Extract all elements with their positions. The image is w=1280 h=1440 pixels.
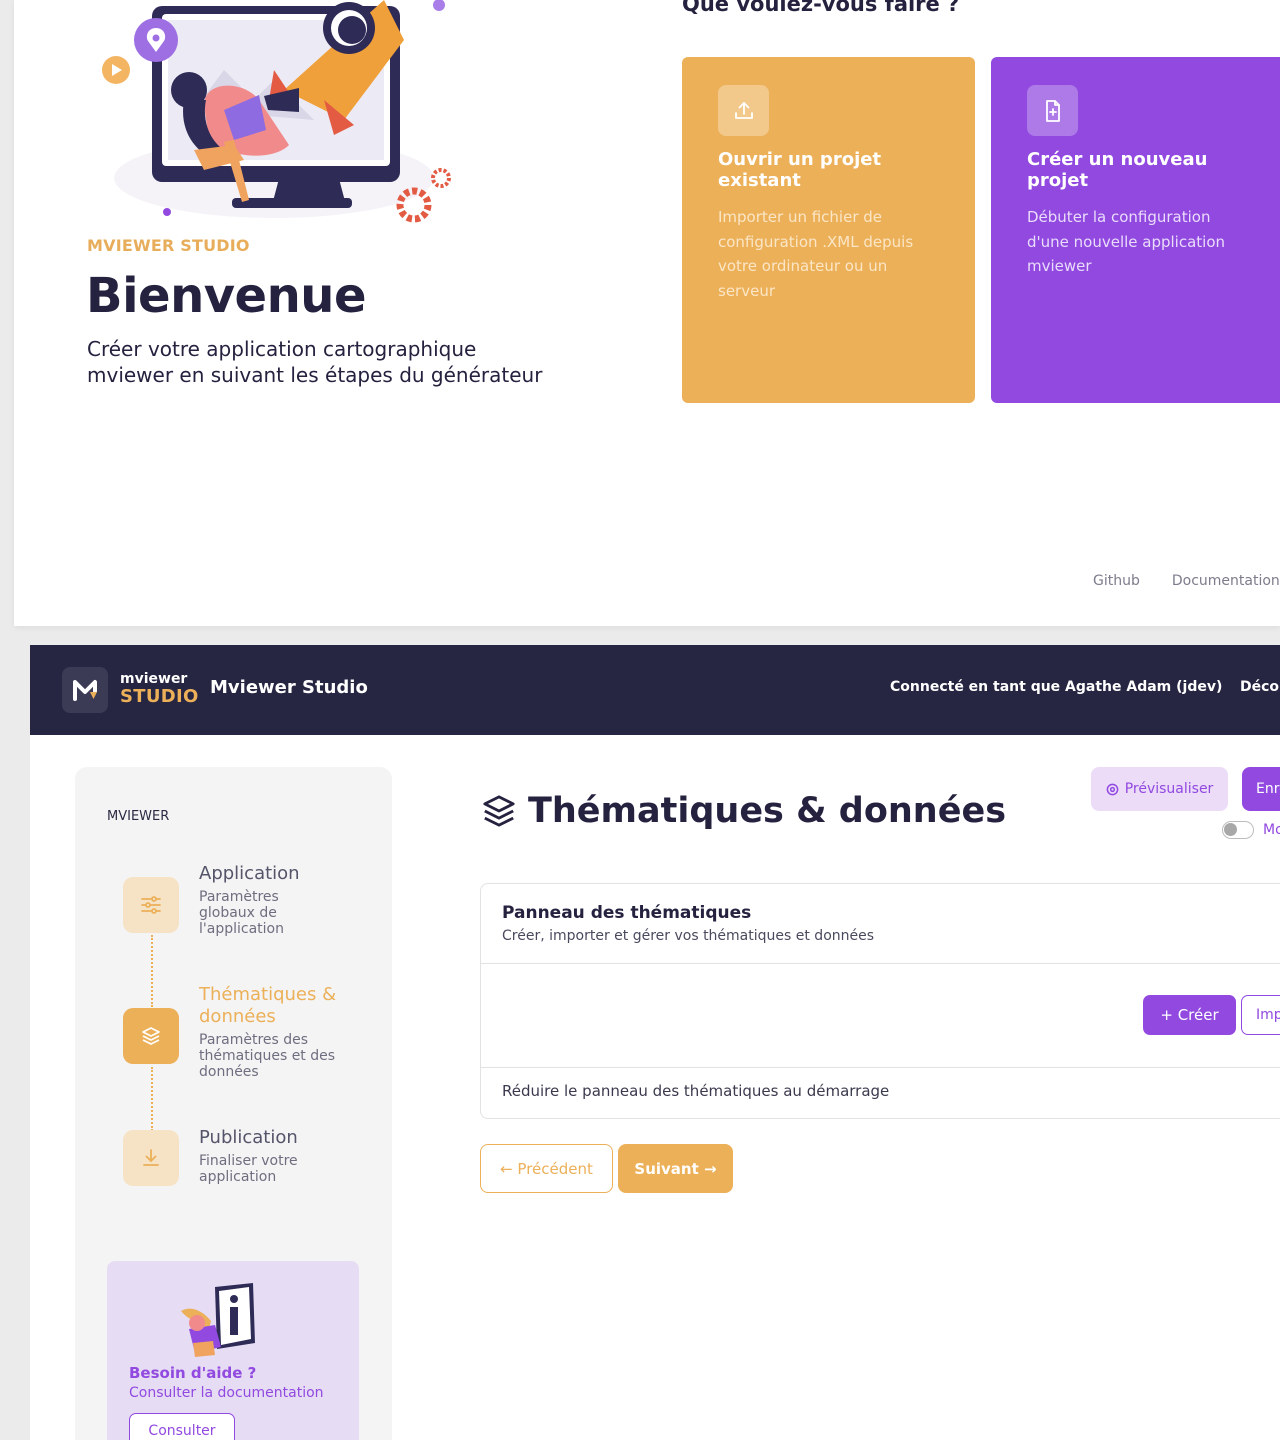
help-title: Besoin d'aide ?	[129, 1364, 257, 1382]
card-description: Importer un fichier de configuration .XM…	[718, 208, 914, 300]
documentation-link[interactable]: Documentation	[1172, 573, 1280, 589]
layers-icon	[483, 795, 515, 827]
import-thematic-button[interactable]: Importer	[1241, 995, 1280, 1035]
eye-icon	[1106, 783, 1119, 795]
help-box: Besoin d'aide ? Consulter la documentati…	[107, 1261, 359, 1440]
preview-button[interactable]: Prévisualiser	[1091, 767, 1228, 811]
save-button[interactable]: Enregistrer	[1242, 767, 1280, 811]
next-button[interactable]: Suivant →	[618, 1144, 733, 1193]
panel-body: + Créer Importer	[481, 964, 1280, 1068]
step-title: Publication	[199, 1127, 298, 1148]
step-title: Application	[199, 863, 300, 884]
preview-label: Prévisualiser	[1124, 781, 1214, 797]
top-navbar: mviewer STUDIO Mviewer Studio Connecté e…	[30, 645, 1280, 735]
new-project-card[interactable]: Créer un nouveau projet Débuter la confi…	[991, 57, 1280, 403]
welcome-subtitle: Créer votre application cartographique m…	[87, 337, 543, 387]
consult-doc-button[interactable]: Consulter	[129, 1413, 235, 1440]
info-book-illustration	[181, 1283, 255, 1357]
step-title: Thématiques & données	[199, 984, 337, 1027]
logout-link[interactable]: Déconnexion	[1240, 679, 1280, 695]
download-icon	[123, 1130, 179, 1186]
import-label: Importer	[1256, 1007, 1280, 1023]
connected-user: Connecté en tant que Agathe Adam (jdev)	[890, 679, 1223, 695]
save-label: Enregistrer	[1256, 781, 1280, 797]
sliders-icon	[123, 877, 179, 933]
step-description: Paramètres globaux de l'application	[199, 889, 284, 937]
card-description: Débuter la configuration d'une nouvelle …	[1027, 208, 1226, 275]
create-thematic-button[interactable]: + Créer	[1143, 995, 1236, 1035]
sidebar-heading: MVIEWER	[107, 809, 170, 824]
step-publication[interactable]: Publication Finaliser votre application	[123, 1127, 373, 1197]
collapse-panel-option[interactable]: Réduire le panneau des thématiques au dé…	[502, 1082, 889, 1100]
studio-app: mviewer STUDIO Mviewer Studio Connecté e…	[30, 645, 1280, 1440]
card-title: Ouvrir un projet existant	[718, 149, 882, 191]
previous-button[interactable]: ← Précédent	[480, 1144, 613, 1193]
new-file-icon	[1027, 85, 1078, 136]
logo-text-mviewer: mviewer	[120, 671, 188, 687]
advanced-mode-label: Mode avancé	[1263, 822, 1280, 838]
panel-subtitle: Créer, importer et gérer vos thématiques…	[502, 928, 875, 944]
advanced-mode-toggle[interactable]	[1222, 821, 1254, 839]
upload-icon	[718, 85, 769, 136]
page-title: Thématiques & données	[528, 791, 1007, 831]
welcome-title: Bienvenue	[86, 268, 367, 324]
github-link[interactable]: Github	[1093, 573, 1140, 589]
welcome-panel: MVIEWER STUDIO Bienvenue Créer votre app…	[14, 0, 1280, 626]
page-header: Thématiques & données	[482, 791, 1006, 831]
app-name: Mviewer Studio	[210, 677, 368, 698]
logo-text-studio: STUDIO	[120, 686, 199, 707]
step-description: Paramètres des thématiques et des donnée…	[199, 1032, 336, 1080]
choice-question: Que voulez-vous faire ?	[682, 0, 960, 16]
mviewer-logo-icon[interactable]	[62, 667, 108, 713]
panel-title: Panneau des thématiques	[502, 903, 752, 923]
layers-icon	[123, 1008, 179, 1064]
rocket-monitor-illustration	[102, 0, 451, 223]
footer-links: Github Documentation	[1093, 573, 1280, 589]
step-application[interactable]: Application Paramètres globaux de l'appl…	[123, 863, 373, 953]
open-project-card[interactable]: Ouvrir un projet existant Importer un fi…	[682, 57, 975, 403]
help-subtitle: Consulter la documentation	[129, 1385, 324, 1401]
brand-kicker: MVIEWER STUDIO	[87, 236, 250, 255]
thematics-panel: Panneau des thématiques Créer, importer …	[480, 883, 1280, 1119]
card-title: Créer un nouveau projet	[1027, 149, 1208, 191]
step-thematiques[interactable]: Thématiques & données Paramètres des thé…	[123, 984, 373, 1085]
toggle-knob	[1224, 823, 1237, 836]
panel-header: Panneau des thématiques Créer, importer …	[481, 884, 1280, 964]
step-description: Finaliser votre application	[199, 1153, 298, 1185]
steps-sidebar: MVIEWER Application Paramètres globaux d…	[75, 767, 392, 1440]
